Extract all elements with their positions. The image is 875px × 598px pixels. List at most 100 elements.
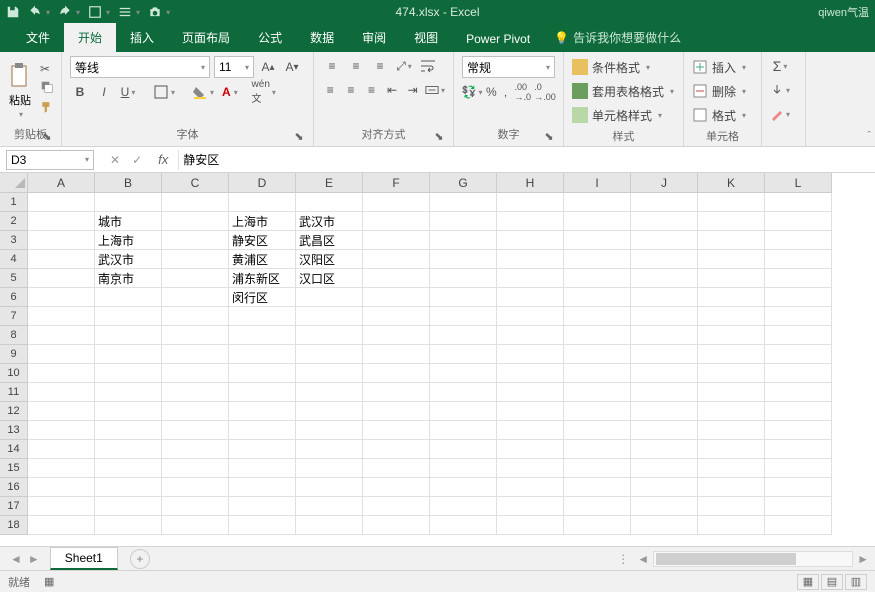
cell-C16[interactable] [162, 478, 229, 497]
tab-data[interactable]: 数据 [296, 23, 348, 52]
cell-C17[interactable] [162, 497, 229, 516]
cell-B11[interactable] [95, 383, 162, 402]
cell-K6[interactable] [698, 288, 765, 307]
cell-C5[interactable] [162, 269, 229, 288]
cell-D12[interactable] [229, 402, 296, 421]
cell-K11[interactable] [698, 383, 765, 402]
cell-L13[interactable] [765, 421, 832, 440]
alignment-launcher-icon[interactable]: ⬊ [433, 130, 445, 142]
cell-J9[interactable] [631, 345, 698, 364]
tell-me-search[interactable]: 💡 告诉我你想要做什么 [544, 23, 691, 52]
bold-button[interactable]: B [70, 82, 90, 102]
cell-A7[interactable] [28, 307, 95, 326]
cell-D13[interactable] [229, 421, 296, 440]
cell-I3[interactable] [564, 231, 631, 250]
cell-A13[interactable] [28, 421, 95, 440]
cell-C13[interactable] [162, 421, 229, 440]
cell-G6[interactable] [430, 288, 497, 307]
scroll-left-icon[interactable]: ◄ [637, 552, 649, 566]
cell-H15[interactable] [497, 459, 564, 478]
cell-I15[interactable] [564, 459, 631, 478]
cell-K13[interactable] [698, 421, 765, 440]
cell-L15[interactable] [765, 459, 832, 478]
phonetic-button[interactable]: wén文▾ [254, 82, 274, 102]
cell-F13[interactable] [363, 421, 430, 440]
cell-F6[interactable] [363, 288, 430, 307]
wrap-text-icon[interactable] [418, 56, 438, 76]
decrease-font-icon[interactable]: A▾ [282, 57, 302, 77]
cell-C6[interactable] [162, 288, 229, 307]
cell-L7[interactable] [765, 307, 832, 326]
col-header-C[interactable]: C [162, 173, 229, 193]
camera-icon[interactable]: ▾ [148, 5, 170, 19]
number-format-select[interactable]: 常规▾ [462, 56, 555, 78]
cell-E1[interactable] [296, 193, 363, 212]
page-break-view-icon[interactable]: ▥ [845, 574, 867, 590]
cell-L6[interactable] [765, 288, 832, 307]
tab-formulas[interactable]: 公式 [244, 23, 296, 52]
col-header-E[interactable]: E [296, 173, 363, 193]
comma-icon[interactable]: , [501, 82, 511, 102]
cell-B5[interactable]: 南京市 [95, 269, 162, 288]
cell-D18[interactable] [229, 516, 296, 535]
cell-I4[interactable] [564, 250, 631, 269]
row-header-14[interactable]: 14 [0, 440, 28, 459]
autosum-icon[interactable]: Σ▾ [770, 56, 790, 76]
cell-D17[interactable] [229, 497, 296, 516]
collapse-ribbon-icon[interactable]: ˆ [867, 130, 871, 142]
normal-view-icon[interactable]: ▦ [797, 574, 819, 590]
col-header-I[interactable]: I [564, 173, 631, 193]
cell-G5[interactable] [430, 269, 497, 288]
delete-cells-button[interactable]: 删除▾ [692, 80, 753, 102]
tab-insert[interactable]: 插入 [116, 23, 168, 52]
cell-K14[interactable] [698, 440, 765, 459]
cell-G7[interactable] [430, 307, 497, 326]
cell-J2[interactable] [631, 212, 698, 231]
cell-I8[interactable] [564, 326, 631, 345]
cell-A14[interactable] [28, 440, 95, 459]
row-headers[interactable]: 123456789101112131415161718 [0, 193, 28, 535]
row-header-3[interactable]: 3 [0, 231, 28, 250]
align-left-icon[interactable]: ≡ [322, 80, 339, 100]
cell-K15[interactable] [698, 459, 765, 478]
col-header-J[interactable]: J [631, 173, 698, 193]
cell-I1[interactable] [564, 193, 631, 212]
cell-E12[interactable] [296, 402, 363, 421]
cell-H7[interactable] [497, 307, 564, 326]
cell-J1[interactable] [631, 193, 698, 212]
col-header-D[interactable]: D [229, 173, 296, 193]
cell-L3[interactable] [765, 231, 832, 250]
cell-C14[interactable] [162, 440, 229, 459]
cell-I5[interactable] [564, 269, 631, 288]
redo-icon[interactable]: ▾ [58, 5, 80, 19]
cell-H4[interactable] [497, 250, 564, 269]
row-header-7[interactable]: 7 [0, 307, 28, 326]
cell-I2[interactable] [564, 212, 631, 231]
cell-B14[interactable] [95, 440, 162, 459]
cell-J16[interactable] [631, 478, 698, 497]
cell-style-button[interactable]: 单元格样式▾ [572, 104, 675, 126]
cell-B3[interactable]: 上海市 [95, 231, 162, 250]
tab-home[interactable]: 开始 [64, 23, 116, 52]
cell-J12[interactable] [631, 402, 698, 421]
cell-J11[interactable] [631, 383, 698, 402]
cell-H11[interactable] [497, 383, 564, 402]
cell-F15[interactable] [363, 459, 430, 478]
cell-I18[interactable] [564, 516, 631, 535]
cell-H6[interactable] [497, 288, 564, 307]
cell-J6[interactable] [631, 288, 698, 307]
indent-decrease-icon[interactable]: ⇤ [384, 80, 401, 100]
cell-C9[interactable] [162, 345, 229, 364]
cell-F17[interactable] [363, 497, 430, 516]
cell-A10[interactable] [28, 364, 95, 383]
paste-button[interactable]: 粘贴 ▾ [8, 62, 32, 119]
cell-L14[interactable] [765, 440, 832, 459]
conditional-format-button[interactable]: 条件格式▾ [572, 56, 675, 78]
qat-icon-2[interactable]: ▾ [118, 5, 140, 19]
cell-F18[interactable] [363, 516, 430, 535]
cell-J15[interactable] [631, 459, 698, 478]
increase-font-icon[interactable]: A▴ [258, 57, 278, 77]
cell-G12[interactable] [430, 402, 497, 421]
cell-G10[interactable] [430, 364, 497, 383]
qat-icon-1[interactable]: ▾ [88, 5, 110, 19]
